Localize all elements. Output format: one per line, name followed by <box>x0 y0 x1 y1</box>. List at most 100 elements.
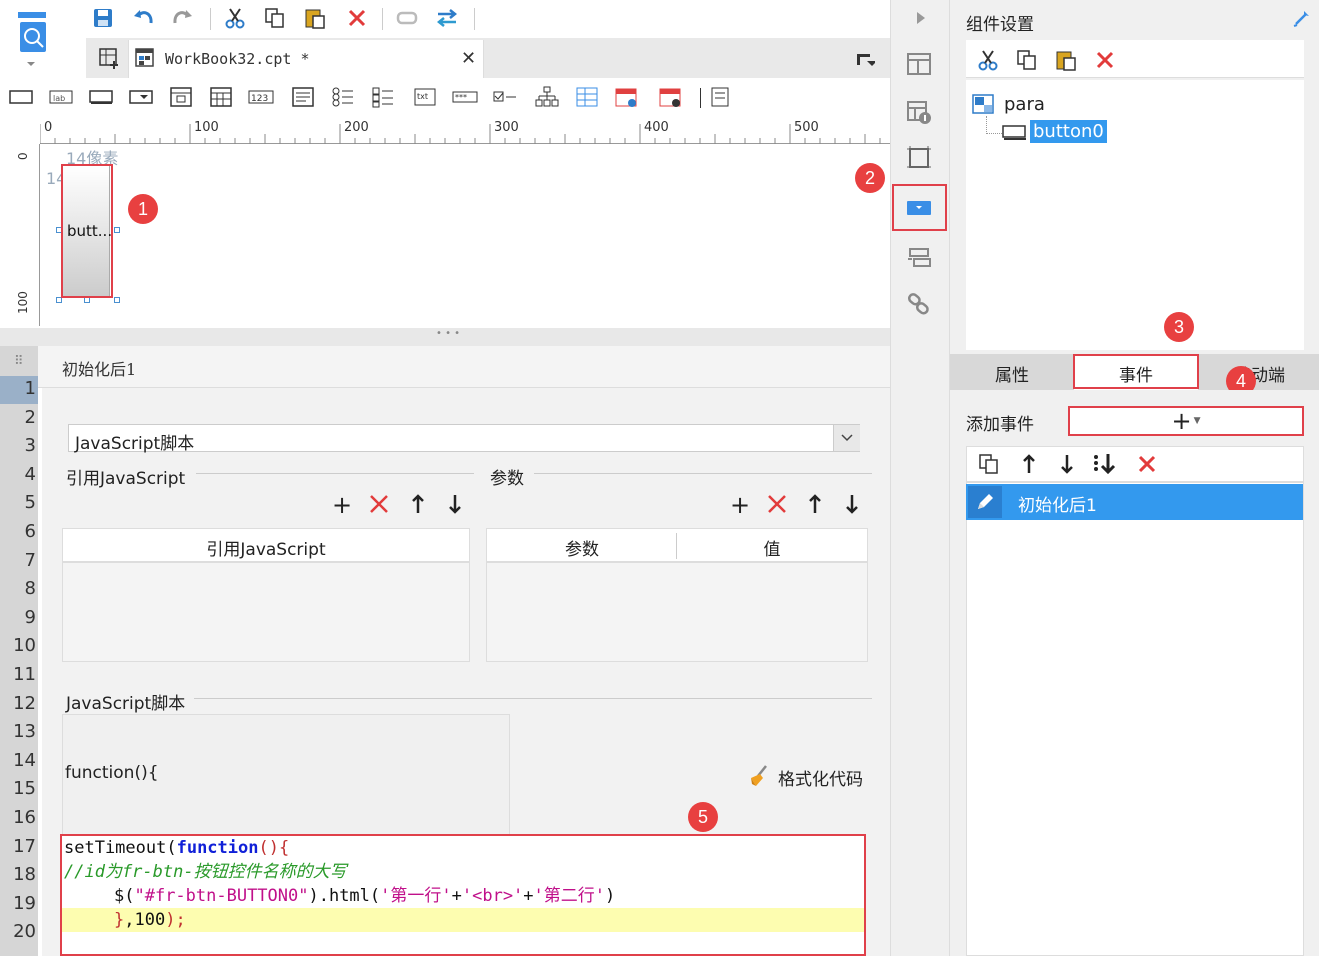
highlight-box-3 <box>1073 354 1199 389</box>
copy-icon[interactable] <box>262 6 288 30</box>
copy-event-icon[interactable] <box>976 452 1002 476</box>
checkbox-widget-icon[interactable] <box>492 86 518 108</box>
copy-icon[interactable] <box>1014 48 1040 72</box>
add-event-button[interactable]: + ▼ <box>1068 406 1304 436</box>
gutter-corner-icon[interactable]: ⠿ <box>14 354 34 370</box>
list-layout-icon[interactable] <box>906 246 932 270</box>
delete-event-icon[interactable] <box>1134 452 1160 476</box>
toolbar-separator <box>210 8 211 30</box>
table-info-icon[interactable] <box>906 100 932 124</box>
combo-widget-icon[interactable] <box>128 86 154 108</box>
ruler-tick-label: 500 <box>794 120 819 135</box>
move-up-icon[interactable] <box>410 494 426 518</box>
link-icon[interactable] <box>906 292 932 316</box>
more-widgets-icon[interactable] <box>710 86 736 108</box>
redo-icon[interactable] <box>170 6 196 30</box>
form-widget-icon[interactable] <box>168 86 194 108</box>
app-logo[interactable] <box>12 10 56 70</box>
form-icon <box>972 94 994 118</box>
ref-js-label: 引用JavaScript <box>66 469 186 489</box>
tree-widget-icon[interactable] <box>534 86 560 108</box>
delete-icon[interactable] <box>344 6 370 30</box>
ref-js-table[interactable]: 引用JavaScript <box>62 528 470 662</box>
horizontal-ruler: 0 100 200 300 400 500 <box>40 118 890 144</box>
date-widget-icon[interactable] <box>208 86 234 108</box>
save-icon[interactable] <box>90 6 116 30</box>
design-canvas[interactable]: 14像素 14像素 butt... <box>42 145 890 327</box>
gutter-row-number: 15 <box>13 778 36 800</box>
pin-icon[interactable] <box>1292 8 1312 32</box>
cut-icon[interactable] <box>222 6 248 30</box>
move-bottom-icon[interactable] <box>1092 452 1118 476</box>
tab-menu-icon[interactable] <box>852 48 878 72</box>
tree-child-label: button0 <box>1030 120 1107 143</box>
textarea-widget-icon[interactable] <box>290 86 316 108</box>
add-param-icon[interactable]: + <box>730 492 750 518</box>
swap-icon[interactable] <box>434 6 460 30</box>
close-tab-icon[interactable]: ✕ <box>461 48 476 69</box>
password-widget-icon[interactable]: *** <box>452 86 478 108</box>
workbook-tab[interactable]: WorkBook32.cpt * ✕ <box>128 40 484 78</box>
checkbox-group-icon[interactable] <box>370 86 396 108</box>
date-picker-icon[interactable] <box>614 86 640 108</box>
move-up-icon[interactable] <box>1016 452 1042 476</box>
script-type-select[interactable]: JavaScript脚本 <box>68 424 860 454</box>
params-table[interactable]: 参数 值 <box>486 528 868 662</box>
datetime-picker-icon[interactable] <box>658 86 684 108</box>
gutter-row-number: 12 <box>13 692 36 714</box>
workbook-tab-title: WorkBook32.cpt * <box>165 50 310 68</box>
format-code-button[interactable]: 格式化代码 <box>748 762 872 790</box>
dropdown-arrow-icon[interactable] <box>833 425 860 451</box>
tree-child[interactable]: button0 <box>1002 120 1112 146</box>
panel-title: 组件设置 <box>966 15 1034 35</box>
paste-icon[interactable] <box>1053 48 1079 72</box>
add-event-label: 添加事件 <box>966 415 1034 435</box>
button-icon <box>1002 124 1028 146</box>
label-widget-icon[interactable] <box>8 86 34 108</box>
params-header: 参数 值 <box>487 529 867 563</box>
selection-handle[interactable] <box>114 227 120 233</box>
table-tree-icon[interactable] <box>574 86 600 108</box>
remove-param-icon[interactable] <box>766 493 788 519</box>
radio-group-icon[interactable] <box>330 86 356 108</box>
frame-icon[interactable] <box>906 146 932 170</box>
annotation-badge: 5 <box>688 802 718 832</box>
ruler-tick-label: 100 <box>194 120 219 135</box>
move-down-icon[interactable] <box>1054 452 1080 476</box>
gutter-row-number: 9 <box>24 606 36 628</box>
chevron-down-icon: ▼ <box>1193 416 1201 426</box>
loop-icon[interactable] <box>394 6 420 30</box>
gutter-row-number: 3 <box>24 435 36 457</box>
add-icon[interactable]: + <box>332 492 352 518</box>
gutter-row-number: 10 <box>13 635 36 657</box>
layout-icon[interactable] <box>906 52 932 76</box>
edit-icon[interactable] <box>968 486 1002 518</box>
number-widget-icon[interactable]: 123 <box>248 86 274 108</box>
tree-root[interactable]: para <box>972 92 1092 116</box>
event-list-item[interactable]: 初始化后1 <box>966 484 1303 520</box>
splitter[interactable]: • • • <box>0 328 890 346</box>
gutter-row-number: 4 <box>24 463 36 485</box>
paste-icon[interactable] <box>302 6 328 30</box>
func-header: function(){ <box>65 763 159 783</box>
new-sheet-icon[interactable] <box>96 46 122 70</box>
text-widget-icon[interactable]: txt <box>412 86 438 108</box>
lab-widget-icon[interactable]: lab <box>48 86 74 108</box>
button-widget-icon[interactable] <box>88 86 114 108</box>
tab-attributes[interactable]: 属性 <box>952 356 1072 390</box>
gutter-row-number: 11 <box>13 664 36 685</box>
cut-icon[interactable] <box>975 48 1001 72</box>
expand-arrow-icon[interactable] <box>908 6 934 30</box>
ruler-tick-label: 0 <box>16 152 30 160</box>
selection-handle[interactable] <box>114 297 120 303</box>
param-up-icon[interactable] <box>807 494 823 518</box>
gutter-row-number: 19 <box>13 892 36 914</box>
gutter-row-number: 5 <box>24 492 36 514</box>
param-down-icon[interactable] <box>844 494 860 518</box>
undo-icon[interactable] <box>130 6 156 30</box>
delete-icon[interactable] <box>1092 48 1118 72</box>
move-down-icon[interactable] <box>447 494 463 518</box>
script-section-label: JavaScript脚本 <box>66 694 186 714</box>
remove-icon[interactable] <box>368 493 390 519</box>
tab-mobile[interactable]: 移动端 <box>1200 356 1319 390</box>
